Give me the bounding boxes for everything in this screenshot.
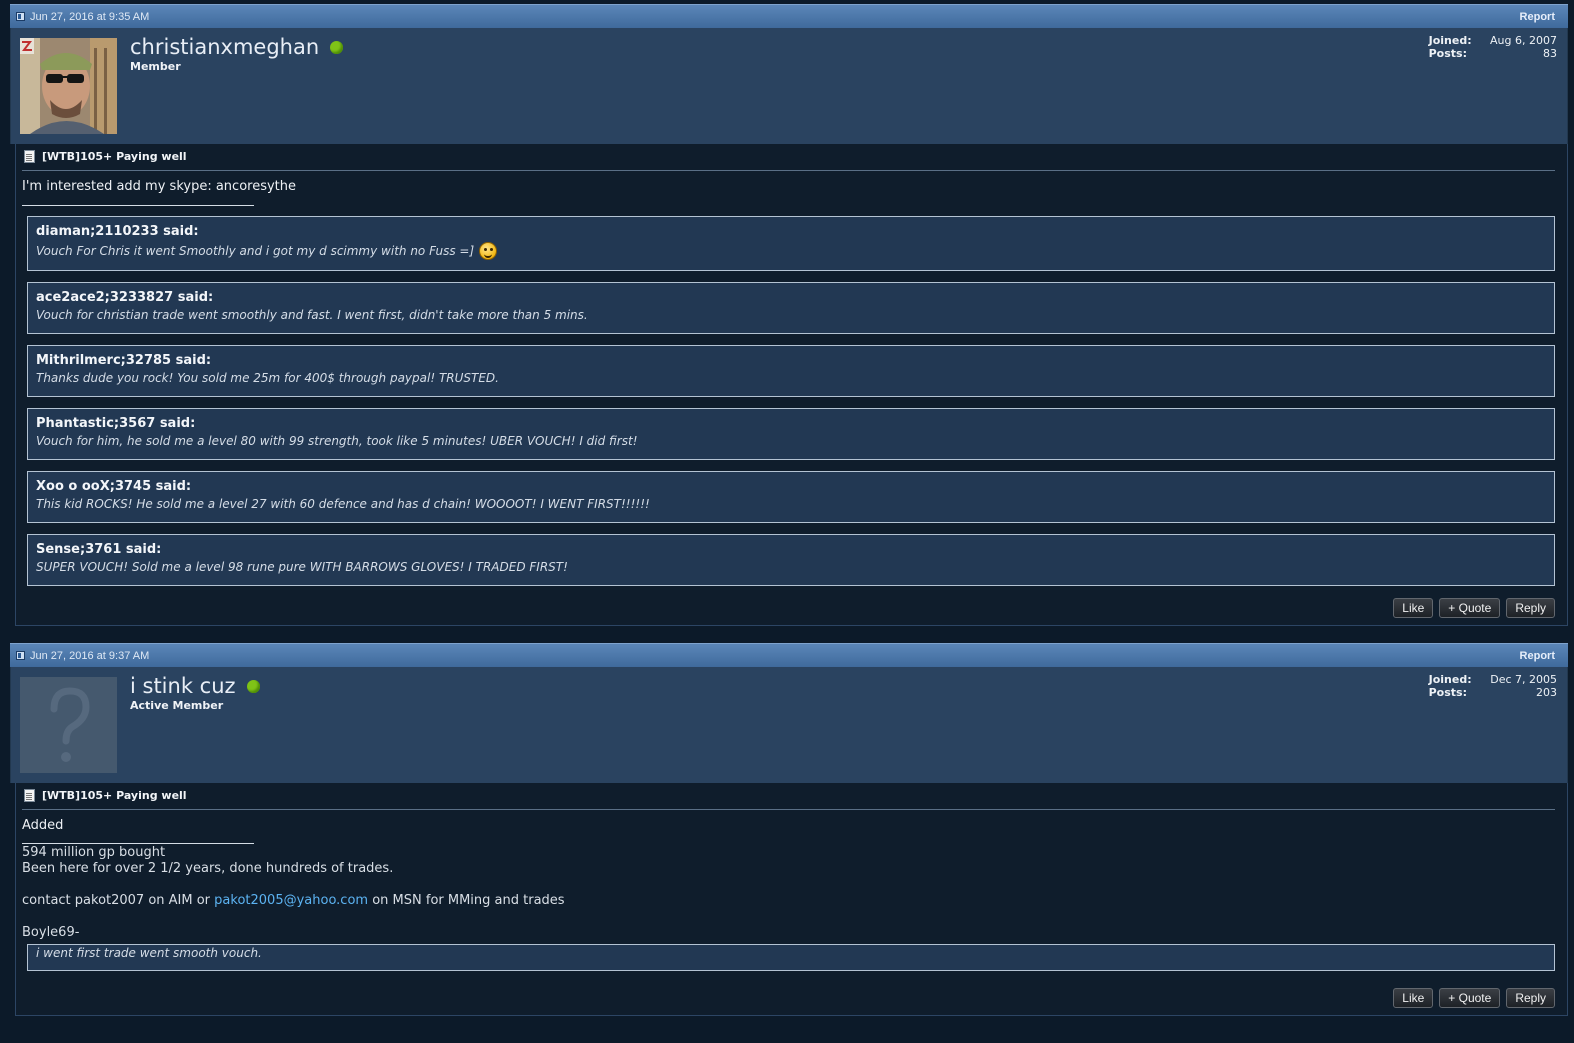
smile-icon	[479, 242, 498, 260]
post-date-text: Jun 27, 2016 at 9:35 AM	[30, 10, 150, 23]
post-message: Added	[22, 818, 64, 833]
post-date-text: Jun 27, 2016 at 9:37 AM	[30, 649, 150, 662]
quote-author: ace2ace2;3233827 said:	[36, 290, 214, 305]
posts-value: 203	[1536, 686, 1557, 699]
signature-divider	[22, 205, 254, 206]
signature-contact: contact pakot2007 on AIM or pakot2005@ya…	[22, 893, 1555, 909]
quote-text: SUPER VOUCH! Sold me a level 98 rune pur…	[36, 560, 568, 574]
report-link[interactable]: Report	[1520, 650, 1555, 662]
page-icon	[24, 789, 35, 802]
posts-value: 83	[1543, 47, 1557, 60]
post: Jun 27, 2016 at 9:37 AM Report i stink c…	[10, 643, 1568, 1016]
quote-block: Sense;3761 said: SUPER VOUCH! Sold me a …	[27, 534, 1555, 586]
post-date: Jun 27, 2016 at 9:37 AM	[16, 650, 149, 662]
quote-author: Mithrilmerc;32785 said:	[36, 353, 212, 368]
avatar[interactable]	[20, 38, 117, 134]
reply-button[interactable]: Reply	[1506, 988, 1555, 1008]
quote-block: diaman;2110233 said: Vouch For Chris it …	[27, 216, 1555, 271]
quote-text: i went first trade went smooth vouch.	[36, 946, 262, 960]
quote-text-content: Vouch For Chris it went Smoothly and i g…	[36, 244, 475, 258]
email-link[interactable]: pakot2005@yahoo.com	[214, 893, 368, 908]
signature-line: 594 million gp bought	[22, 845, 166, 860]
post-header: Jun 27, 2016 at 9:35 AM Report	[10, 4, 1568, 28]
post-date: Jun 27, 2016 at 9:35 AM	[16, 11, 149, 23]
online-status-icon	[246, 679, 260, 693]
joined-value: Dec 7, 2005	[1490, 673, 1557, 686]
reply-button[interactable]: Reply	[1506, 598, 1555, 618]
post-message: I'm interested add my skype: ancoresythe	[22, 179, 297, 194]
user-title: Active Member	[130, 699, 224, 712]
quote-author: Phantastic;3567 said:	[36, 416, 196, 431]
page-icon	[24, 150, 35, 163]
quote-text: Vouch for christian trade went smoothly …	[36, 308, 588, 322]
post-body: [WTB]105+ Paying well Added 594 million …	[15, 783, 1568, 1016]
joined-value: Aug 6, 2007	[1490, 34, 1557, 47]
post-title-text: [WTB]105+ Paying well	[42, 150, 187, 163]
post-actions: Like + Quote Reply	[22, 586, 1555, 625]
post-title: [WTB]105+ Paying well	[22, 789, 1555, 810]
quote-button[interactable]: + Quote	[1439, 988, 1501, 1008]
posts-row: Posts: 203	[1429, 686, 1557, 699]
quote-author: Xoo o ooX;3745 said:	[36, 479, 192, 494]
user-info-bar: christianxmeghan Member Joined: Aug 6, 2…	[10, 28, 1568, 144]
username-row: i stink cuz	[130, 674, 260, 698]
joined-label: Joined:	[1428, 673, 1472, 686]
post-icon	[16, 651, 25, 660]
posts-label: Posts:	[1428, 686, 1467, 699]
quote-button[interactable]: + Quote	[1439, 598, 1501, 618]
post-title-text: [WTB]105+ Paying well	[42, 789, 187, 802]
post-header: Jun 27, 2016 at 9:37 AM Report	[10, 643, 1568, 667]
quote-text: Vouch For Chris it went Smoothly and i g…	[36, 242, 1546, 260]
quote-text: This kid ROCKS! He sold me a level 27 wi…	[36, 497, 650, 511]
signature: 594 million gp bought Been here for over…	[22, 844, 1555, 941]
contact-suffix: on MSN for MMing and trades	[368, 893, 565, 908]
signature-line: Been here for over 2 1/2 years, done hun…	[22, 861, 394, 876]
quote-block: ace2ace2;3233827 said: Vouch for christi…	[27, 282, 1555, 334]
user-stats: Joined: Aug 6, 2007 Posts: 83	[1429, 34, 1557, 60]
quote-author: Sense;3761 said:	[36, 542, 162, 557]
posts-row: Posts: 83	[1429, 47, 1557, 60]
username-link[interactable]: christianxmeghan	[130, 35, 319, 59]
post-icon	[16, 12, 25, 21]
user-title: Member	[130, 60, 181, 73]
username-link[interactable]: i stink cuz	[130, 674, 236, 698]
joined-row: Joined: Aug 6, 2007	[1429, 34, 1557, 47]
quote-text: Vouch for him, he sold me a level 80 wit…	[36, 434, 638, 448]
like-button[interactable]: Like	[1393, 598, 1434, 618]
avatar[interactable]	[20, 677, 117, 773]
quote-block: Xoo o ooX;3745 said: This kid ROCKS! He …	[27, 471, 1555, 523]
post-title: [WTB]105+ Paying well	[22, 150, 1555, 171]
joined-row: Joined: Dec 7, 2005	[1429, 673, 1557, 686]
post: Jun 27, 2016 at 9:35 AM Report christian…	[10, 4, 1568, 626]
online-status-icon	[330, 40, 344, 54]
post-actions: Like + Quote Reply	[22, 971, 1555, 1015]
quote-block: Phantastic;3567 said: Vouch for him, he …	[27, 408, 1555, 460]
post-body: [WTB]105+ Paying well I'm interested add…	[15, 144, 1568, 626]
posts-label: Posts:	[1428, 47, 1467, 60]
contact-prefix: contact pakot2007 on AIM or	[22, 893, 215, 908]
quote-author: diaman;2110233 said:	[36, 224, 199, 239]
quote-text: Thanks dude you rock! You sold me 25m fo…	[36, 371, 499, 385]
user-stats: Joined: Dec 7, 2005 Posts: 203	[1429, 673, 1557, 699]
joined-label: Joined:	[1428, 34, 1472, 47]
report-link[interactable]: Report	[1520, 11, 1555, 23]
signature-name: Boyle69-	[22, 925, 80, 940]
quote-block: i went first trade went smooth vouch.	[27, 944, 1555, 971]
user-info-bar: i stink cuz Active Member Joined: Dec 7,…	[10, 667, 1568, 783]
quote-block: Mithrilmerc;32785 said: Thanks dude you …	[27, 345, 1555, 397]
username-row: christianxmeghan	[130, 35, 344, 59]
like-button[interactable]: Like	[1393, 988, 1434, 1008]
